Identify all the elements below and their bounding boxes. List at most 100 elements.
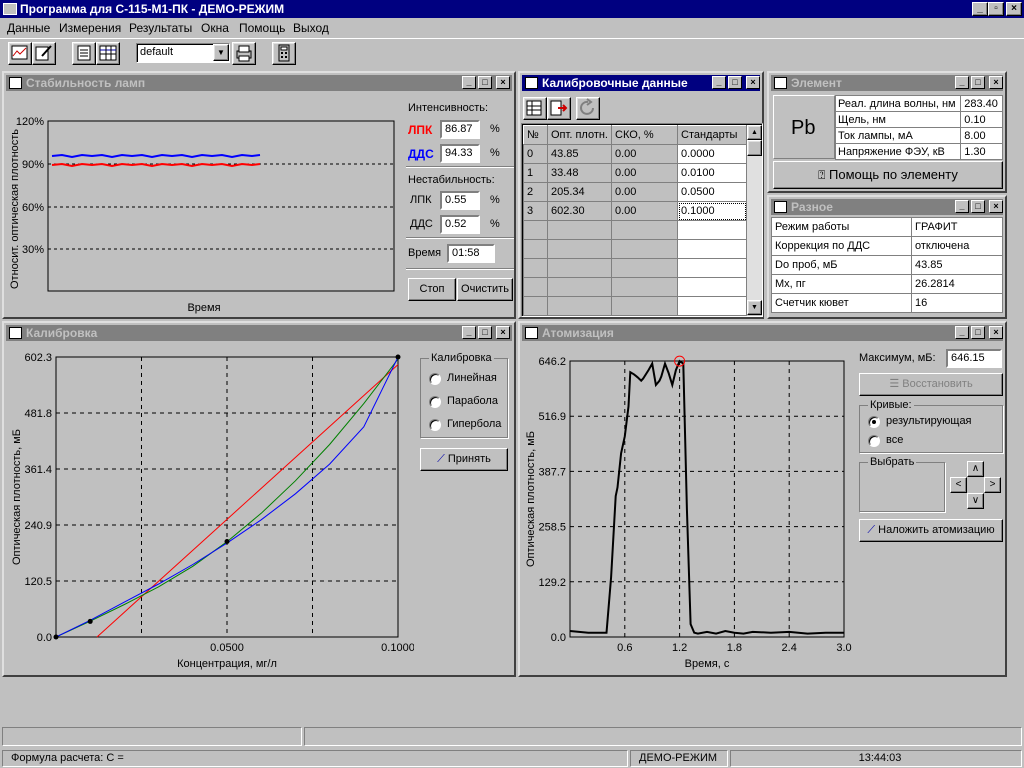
arrow-down-icon[interactable]: ∨ [967,493,984,509]
minimize-icon[interactable]: _ [972,2,988,16]
menu-measurements[interactable]: Измерения [59,21,121,35]
menu-help[interactable]: Помощь [239,21,285,35]
document-icon[interactable] [72,42,96,65]
data-point [87,618,93,624]
divider [406,268,514,270]
refresh-icon[interactable] [576,97,600,120]
radio-all-label: все [886,434,904,446]
divider [406,237,514,239]
radio-parabola[interactable] [429,396,441,408]
maximize-icon[interactable]: □ [971,326,985,339]
radio-resulting[interactable] [868,416,880,428]
radio-hyperbola[interactable] [429,419,441,431]
atomization-title: Атомизация [542,326,614,340]
profile-select[interactable]: default ▼ [136,43,230,63]
profile-select-value: default [140,46,174,58]
table-row[interactable] [523,277,747,297]
maximize-icon[interactable]: □ [728,76,742,89]
table-icon[interactable] [96,42,120,65]
restore-button[interactable]: ☰ Восстановить [859,373,1003,396]
chevron-down-icon[interactable]: ▼ [213,44,229,61]
close-icon[interactable]: × [496,326,510,339]
col-header-standards: Стандарты [677,125,747,145]
radio-linear[interactable] [429,373,441,385]
table-row[interactable]: 3 602.30 0.00 0.1000 [523,201,747,221]
curves-label: Кривые: [868,399,914,411]
scroll-thumb[interactable] [747,140,762,156]
cell: 43.85 [547,144,612,164]
lpk-instability-field[interactable]: 0.55 [440,191,480,210]
lpk-intensity-field[interactable]: 86.87 [440,120,480,139]
table-row[interactable]: 1 33.48 0.00 0.0100 [523,163,747,183]
table-row[interactable] [523,239,747,259]
maximize-icon[interactable]: □ [478,326,492,339]
y-tick-label: 258.5 [538,522,566,534]
minimize-icon[interactable]: _ [462,76,476,89]
cell[interactable]: 0.0100 [677,163,747,183]
cell[interactable]: 0.0500 [677,182,747,202]
table-row[interactable] [523,296,747,316]
maximize-icon[interactable]: □ [478,76,492,89]
divider [406,166,514,168]
table-edit-icon[interactable] [523,97,547,120]
table-row[interactable]: 2 205.34 0.00 0.0500 [523,182,747,202]
close-icon[interactable]: × [989,326,1003,339]
scroll-up-icon[interactable]: ▲ [747,125,762,140]
instability-label: Нестабильность: [408,174,495,186]
menu-exit[interactable]: Выход [293,21,329,35]
restore-label: Восстановить [902,378,973,390]
window-icon [525,77,538,89]
status-mode: ДЕМО-РЕЖИМ [630,750,728,767]
stop-button[interactable]: Стоп [408,278,456,301]
close-icon[interactable]: × [746,76,760,89]
menu-data[interactable]: Данные [7,21,50,35]
y-tick-label: 361.4 [24,464,52,476]
minimize-icon[interactable]: _ [955,76,969,89]
window-icon [9,77,22,89]
time-field[interactable]: 01:58 [447,244,495,263]
calculator-icon[interactable] [272,42,296,65]
maximize-icon[interactable]: □ [971,76,985,89]
menu-bar: Данные Измерения Результаты Окна Помощь … [0,18,1024,38]
arrow-up-icon[interactable]: ∧ [967,461,984,477]
close-icon[interactable]: × [989,200,1003,213]
arrow-left-icon[interactable]: < [950,477,967,493]
minimize-icon[interactable]: _ [712,76,726,89]
close-icon[interactable]: × [496,76,510,89]
dds-instability-field[interactable]: 0.52 [440,215,480,234]
table-row[interactable] [523,220,747,240]
cell[interactable]: 0.1000 [677,201,747,221]
clear-button[interactable]: Очистить [457,278,513,301]
table-row[interactable]: 0 43.85 0.00 0.0000 [523,144,747,164]
minimize-icon[interactable]: _ [955,200,969,213]
minimize-icon[interactable]: _ [955,326,969,339]
printer-icon[interactable] [232,42,256,65]
menu-results[interactable]: Результаты [129,21,192,35]
max-field[interactable]: 646.15 [946,349,1002,368]
app-title: Программа для С-115-М1-ПК - ДЕМО-РЕЖИМ [20,2,285,16]
close-icon[interactable]: × [1006,2,1022,16]
menu-windows[interactable]: Окна [201,21,229,35]
element-help-button[interactable]: ⍰ Помощь по элементу [773,161,1003,189]
import-icon[interactable] [547,97,571,120]
chart-icon[interactable] [8,42,32,65]
vertical-scrollbar[interactable]: ▲ ▼ [747,125,762,315]
scroll-down-icon[interactable]: ▼ [747,300,762,315]
restore-icon[interactable]: ▫ [988,2,1004,16]
close-icon[interactable]: × [989,76,1003,89]
accept-button[interactable]: ⟋ Принять [420,448,508,471]
stability-ytick: 30% [22,244,44,256]
calibration-window: Калибровка _ □ × 602.3 481.8 361.4 240.9 120… [2,321,516,677]
param-label: Ток лампы, мА [834,127,962,144]
radio-all[interactable] [868,435,880,447]
table-row[interactable] [523,258,747,278]
cell[interactable]: 0.0000 [677,144,747,164]
maximize-icon[interactable]: □ [971,200,985,213]
overlay-button[interactable]: ⟋ Наложить атомизацию [859,519,1003,542]
arrow-right-icon[interactable]: > [984,477,1001,493]
param-row: Щель, нм 0.10 [834,111,1003,128]
dds-intensity-field[interactable]: 94.33 [440,144,480,163]
radio-resulting-label: результирующая [886,415,972,427]
minimize-icon[interactable]: _ [462,326,476,339]
edit-icon[interactable] [32,42,56,65]
